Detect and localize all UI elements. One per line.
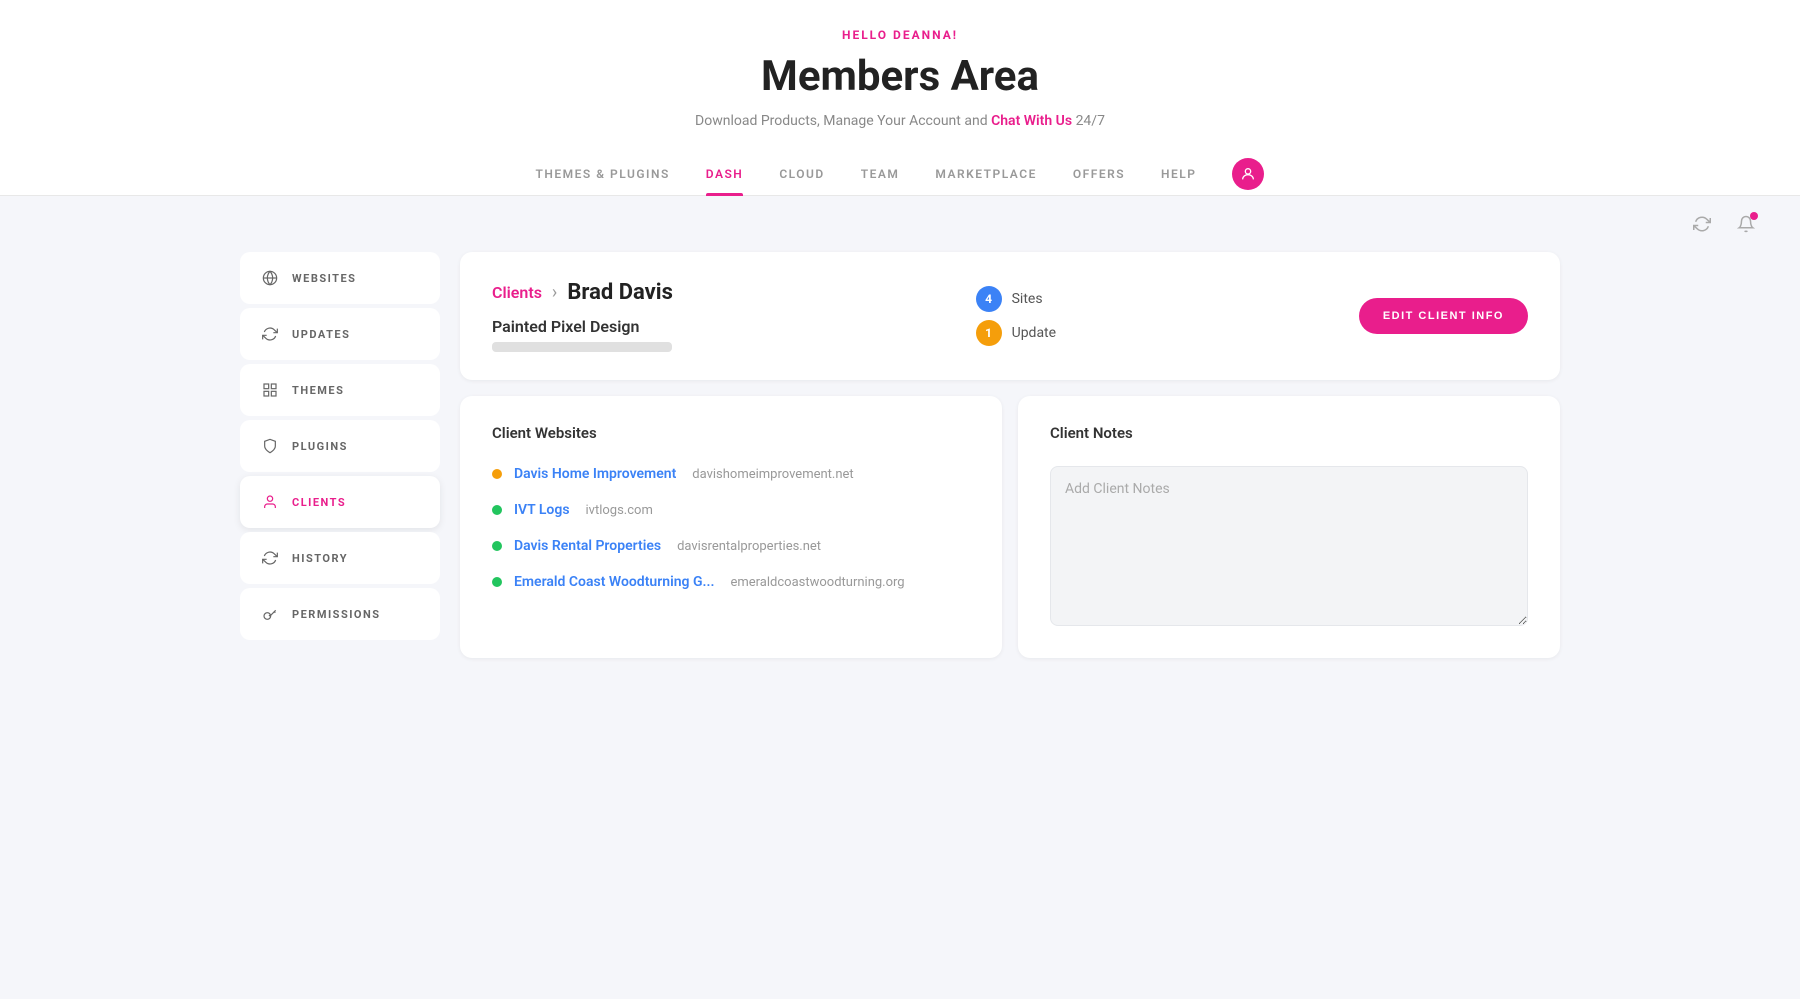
website-item-1: Davis Home Improvement davishomeimprovem… [492, 466, 970, 482]
sidebar-clients-label: CLIENTS [292, 496, 346, 509]
sidebar-item-plugins[interactable]: PLUGINS [240, 420, 440, 472]
website-name-2[interactable]: IVT Logs [514, 502, 570, 518]
website-url-2: ivtlogs.com [586, 503, 653, 518]
key-icon [260, 604, 280, 624]
nav-themes-plugins[interactable]: THEMES & PLUGINS [536, 153, 670, 195]
website-item-3: Davis Rental Properties davisrentalprope… [492, 538, 970, 554]
user-avatar[interactable] [1232, 158, 1264, 190]
client-stats: 4 Sites 1 Update [976, 286, 1056, 346]
edit-client-button[interactable]: EDIT CLIENT INFO [1359, 298, 1528, 334]
status-dot-4 [492, 577, 502, 587]
sidebar-themes-label: THEMES [292, 384, 344, 397]
nav-team[interactable]: TEAM [861, 153, 900, 195]
client-notes-title: Client Notes [1050, 424, 1528, 442]
sidebar-permissions-label: PERMISSIONS [292, 608, 381, 621]
website-name-4[interactable]: Emerald Coast Woodturning G... [514, 574, 714, 590]
website-name-1[interactable]: Davis Home Improvement [514, 466, 676, 482]
client-company-name: Painted Pixel Design [492, 317, 673, 336]
chat-link[interactable]: Chat With Us [991, 113, 1072, 129]
page-title: Members Area [20, 52, 1780, 101]
sidebar-item-history[interactable]: HISTORY [240, 532, 440, 584]
sidebar-websites-label: WEBSITES [292, 272, 356, 285]
website-name-3[interactable]: Davis Rental Properties [514, 538, 661, 554]
client-websites-card: Client Websites Davis Home Improvement d… [460, 396, 1002, 658]
website-item-4: Emerald Coast Woodturning G... emeraldco… [492, 574, 970, 590]
hello-greeting: HELLO DEANNA! [20, 28, 1780, 42]
sites-stat: 4 Sites [976, 286, 1043, 312]
sidebar-history-label: HISTORY [292, 552, 348, 565]
website-item-2: IVT Logs ivtlogs.com [492, 502, 970, 518]
user-sidebar-icon [260, 492, 280, 512]
sidebar-plugins-label: PLUGINS [292, 440, 348, 453]
sidebar-item-themes[interactable]: THEMES [240, 364, 440, 416]
nav-marketplace[interactable]: MARKETPLACE [935, 153, 1036, 195]
subtitle-text: Download Products, Manage Your Account a… [695, 113, 988, 129]
status-dot-1 [492, 469, 502, 479]
sidebar-item-websites[interactable]: WEBSITES [240, 252, 440, 304]
website-url-1: davishomeimprovement.net [692, 467, 853, 482]
toolbar-row [0, 196, 1800, 252]
breadcrumb-arrow: › [552, 282, 557, 303]
content-area: Clients › Brad Davis Painted Pixel Desig… [460, 252, 1560, 658]
shield-icon [260, 436, 280, 456]
main-nav: THEMES & PLUGINS DASH CLOUD TEAM MARKETP… [20, 153, 1780, 195]
subtitle-suffix: 24/7 [1076, 113, 1105, 129]
notification-dot [1750, 212, 1758, 220]
update-badge: 1 [976, 320, 1002, 346]
sites-label: Sites [1012, 291, 1043, 307]
client-header-card: Clients › Brad Davis Painted Pixel Desig… [460, 252, 1560, 380]
nav-cloud[interactable]: CLOUD [779, 153, 824, 195]
update-stat: 1 Update [976, 320, 1056, 346]
client-email-blurred [492, 342, 672, 352]
breadcrumb: Clients › Brad Davis [492, 280, 673, 305]
sidebar-item-permissions[interactable]: PERMISSIONS [240, 588, 440, 640]
page-header: HELLO DEANNA! Members Area Download Prod… [0, 0, 1800, 196]
client-notes-card: Client Notes [1018, 396, 1560, 658]
update-label: Update [1012, 325, 1056, 341]
clock-icon [260, 548, 280, 568]
sidebar-item-clients[interactable]: CLIENTS [240, 476, 440, 528]
website-url-3: davisrentalproperties.net [677, 539, 821, 554]
client-info-left: Clients › Brad Davis Painted Pixel Desig… [492, 280, 673, 352]
client-notes-textarea[interactable] [1050, 466, 1528, 626]
status-dot-3 [492, 541, 502, 551]
nav-dash[interactable]: DASH [706, 153, 744, 195]
sidebar-item-updates[interactable]: UPDATES [240, 308, 440, 360]
page-subtitle: Download Products, Manage Your Account a… [20, 113, 1780, 129]
breadcrumb-clients-link[interactable]: Clients [492, 283, 542, 302]
sidebar-updates-label: UPDATES [292, 328, 350, 341]
refresh-sidebar-icon [260, 324, 280, 344]
bottom-cards: Client Websites Davis Home Improvement d… [460, 396, 1560, 658]
client-websites-title: Client Websites [492, 424, 970, 442]
nav-offers[interactable]: OFFERS [1073, 153, 1125, 195]
sites-badge: 4 [976, 286, 1002, 312]
globe-icon [260, 268, 280, 288]
status-dot-2 [492, 505, 502, 515]
refresh-icon[interactable] [1688, 210, 1716, 238]
breadcrumb-current: Brad Davis [567, 280, 673, 305]
grid-icon [260, 380, 280, 400]
notification-icon[interactable] [1732, 210, 1760, 238]
main-container: WEBSITES UPDATES THEMES PLUGINS CLIENTS [200, 252, 1600, 698]
website-url-4: emeraldcoastwoodturning.org [730, 575, 904, 590]
nav-help[interactable]: HELP [1161, 153, 1196, 195]
sidebar: WEBSITES UPDATES THEMES PLUGINS CLIENTS [240, 252, 440, 658]
